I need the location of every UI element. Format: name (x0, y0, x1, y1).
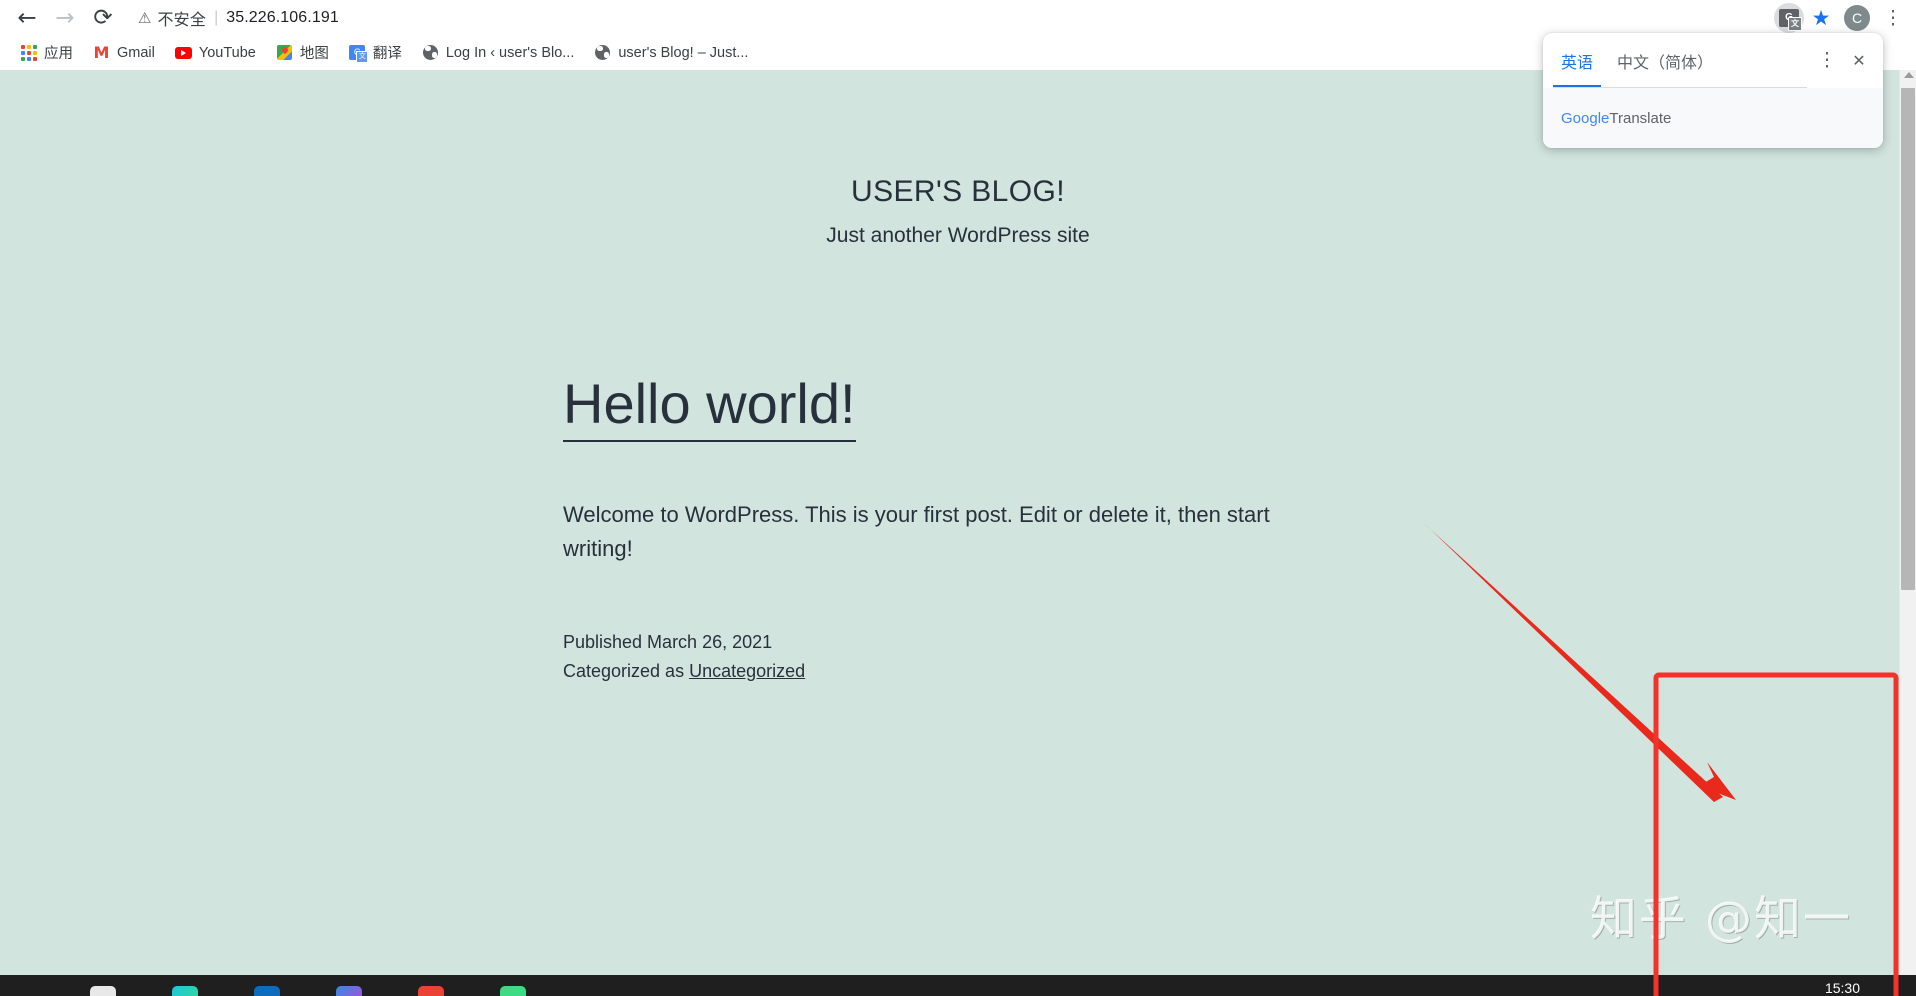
bookmark-item-users-blog[interactable]: user's Blog! – Just... (584, 40, 758, 66)
avatar-initial: C (1851, 10, 1863, 26)
tabs-underline (1553, 87, 1807, 88)
zhihu-watermark: 知乎 @知一 (1590, 892, 1852, 947)
post-published-date: Published March 26, 2021 (563, 631, 773, 652)
omnibox-separator: | (214, 9, 219, 26)
avatar[interactable]: C (1844, 5, 1870, 31)
translate-glyph: G (1779, 9, 1802, 31)
security-label: 不安全 (157, 12, 207, 29)
three-dots-vertical-icon: ⋮ (1883, 7, 1903, 29)
bookmark-star-icon[interactable]: ★ (1806, 3, 1836, 33)
globe-icon (594, 44, 611, 61)
browser-toolbar: ← → ⟳ ⚠ 不安全 | 35.226.106.191 G ★ C (0, 0, 1916, 36)
taskbar-clock[interactable]: 15:30 (1825, 980, 1860, 996)
page-scrollbar[interactable] (1899, 70, 1916, 975)
back-arrow-icon: ← (17, 4, 37, 31)
bookmark-item-apps[interactable]: 应用 (10, 40, 83, 66)
translate-close-button[interactable]: ✕ (1845, 47, 1873, 75)
tab-target-language[interactable]: 中文（简体） (1605, 33, 1725, 88)
translate-popup-actions: ⋮ ✕ (1813, 33, 1877, 88)
bookmark-label: Gmail (117, 44, 155, 61)
page-viewport: USER'S BLOG! Just another WordPress site… (0, 70, 1916, 975)
bookmark-item-login[interactable]: Log In ‹ user's Blo... (412, 40, 585, 66)
translate-popup-footer: Google Translate (1543, 88, 1883, 148)
google-brand-text: Google (1561, 109, 1610, 127)
back-button[interactable]: ← (8, 1, 46, 35)
bookmark-label: YouTube (198, 44, 256, 61)
forward-arrow-icon: → (55, 4, 75, 31)
toolbar-actions: G ★ C ⋮ (1774, 3, 1916, 33)
tab-source-language[interactable]: 英语 (1549, 33, 1605, 88)
post-category-line: Categorized as Uncategorized (563, 657, 1323, 686)
bookmark-label: 地图 (299, 46, 329, 62)
taskbar-icon-editor[interactable] (254, 986, 280, 996)
bookmark-item-gmail[interactable]: M Gmail (83, 40, 165, 66)
post-body: Welcome to WordPress. This is your first… (563, 501, 1270, 561)
site-security-chip[interactable]: ⚠ 不安全 (138, 6, 206, 30)
three-dots-vertical-icon: ⋮ (1817, 50, 1837, 71)
taskbar-icon-media[interactable] (336, 986, 362, 996)
chrome-menu-button[interactable]: ⋮ (1878, 3, 1908, 33)
close-icon: ✕ (1852, 52, 1866, 70)
taskbar-icon-explorer[interactable] (90, 986, 116, 996)
category-link[interactable]: Uncategorized (689, 661, 805, 681)
google-translate-icon: G (349, 44, 369, 63)
taskbar-icon-teams[interactable] (172, 986, 198, 996)
gmail-icon: M (93, 42, 110, 62)
site-title: USER'S BLOG! (851, 175, 1065, 208)
screen: ← → ⟳ ⚠ 不安全 | 35.226.106.191 G ★ C (0, 0, 1916, 996)
warning-triangle-icon: ⚠ (138, 9, 152, 27)
reload-button[interactable]: ⟳ (84, 1, 122, 35)
bookmark-item-youtube[interactable]: YouTube (165, 40, 266, 66)
google-translate-popup: 英语 中文（简体） ⋮ ✕ Google Translate (1543, 33, 1883, 148)
youtube-icon (174, 44, 192, 61)
address-bar[interactable]: ⚠ 不安全 | 35.226.106.191 (128, 3, 1764, 33)
bookmark-label: Log In ‹ user's Blo... (445, 44, 575, 61)
scroll-up-arrow-icon[interactable] (1904, 72, 1914, 78)
post-meta: Published March 26, 2021 Categorized as … (563, 628, 1323, 686)
bookmark-label: 应用 (44, 46, 73, 62)
taskbar-app-icons (90, 986, 526, 996)
taskbar-icon-wechat[interactable] (500, 986, 526, 996)
bookmark-label: 翻译 (372, 46, 402, 62)
apps-grid-icon (20, 44, 37, 61)
translate-language-tabs: 英语 中文（简体） ⋮ ✕ (1543, 33, 1883, 88)
site-tagline: Just another WordPress site (826, 224, 1090, 247)
url-text: 35.226.106.191 (226, 9, 339, 26)
star-glyph: ★ (1811, 6, 1831, 30)
translate-options-button[interactable]: ⋮ (1813, 47, 1841, 75)
bookmark-label: user's Blog! – Just... (618, 44, 749, 61)
globe-icon (422, 44, 439, 61)
scrollbar-thumb[interactable] (1901, 88, 1915, 590)
translate-brand-text: Translate (1609, 109, 1672, 127)
reload-icon: ⟳ (93, 4, 113, 31)
translate-icon[interactable]: G (1774, 3, 1804, 33)
taskbar-icon-chrome[interactable] (418, 986, 444, 996)
bookmark-item-maps[interactable]: 地图 (266, 40, 339, 66)
os-taskbar: 15:30 (0, 975, 1916, 996)
categorized-prefix: Categorized as (563, 660, 690, 681)
post-article: Hello world! Welcome to WordPress. This … (563, 248, 1323, 686)
tab-label: 中文（简体） (1617, 54, 1714, 72)
forward-button[interactable]: → (46, 1, 84, 35)
google-maps-icon (276, 44, 293, 61)
tab-label: 英语 (1561, 54, 1594, 72)
post-title-link[interactable]: Hello world! (563, 373, 856, 442)
bookmark-item-translate[interactable]: G 翻译 (339, 40, 412, 66)
